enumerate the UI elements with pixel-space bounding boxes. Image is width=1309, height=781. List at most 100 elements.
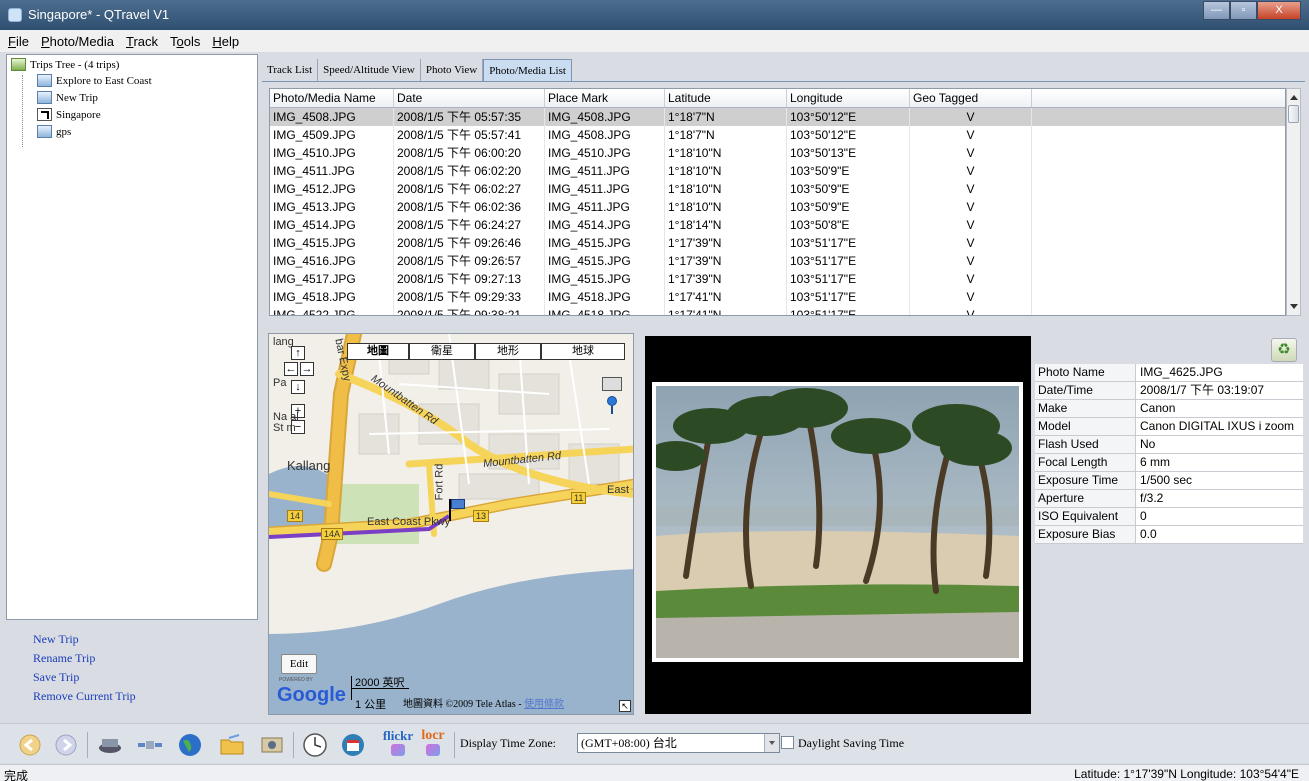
cell-name: IMG_4515.JPG	[270, 234, 394, 252]
tree-root[interactable]: Trips Tree - (4 trips)	[11, 58, 119, 71]
table-header: Photo/Media Name Date Place Mark Latitud…	[270, 89, 1285, 108]
map-type-earth-button[interactable]: 地球	[541, 343, 625, 360]
tree-item-new-trip[interactable]: New Trip	[37, 91, 98, 104]
column-header-latitude[interactable]: Latitude	[665, 89, 787, 107]
exif-row: ISO Equivalent 0	[1035, 508, 1303, 526]
remove-current-trip-link[interactable]: Remove Current Trip	[6, 687, 258, 706]
forward-icon[interactable]	[53, 732, 79, 758]
map-view[interactable]: 地圖 衛星 地形 地球 ↑ ← → ↓ + − lang bar Expy Pa…	[268, 333, 634, 715]
terms-of-use-link[interactable]: 使用條款	[524, 699, 564, 710]
globe-icon[interactable]	[177, 732, 203, 758]
maximize-button[interactable]: ▫	[1230, 1, 1257, 20]
tab-photo-view[interactable]: Photo View	[421, 59, 484, 81]
tab-track-list[interactable]: Track List	[262, 59, 319, 81]
pan-up-icon[interactable]: ↑	[291, 346, 305, 360]
time-zone-select[interactable]: (GMT+08:00) 台北	[577, 733, 780, 753]
save-trip-link[interactable]: Save Trip	[6, 668, 258, 687]
map-label: 11	[571, 492, 587, 504]
flickr-upload-button[interactable]: flickr	[380, 728, 416, 756]
menu-track[interactable]: Track	[126, 34, 158, 49]
map-type-satellite-button[interactable]: 衛星	[409, 343, 475, 360]
locr-upload-button[interactable]: locr	[418, 728, 448, 756]
menu-help[interactable]: Help	[212, 34, 239, 49]
clapperboard-icon[interactable]	[602, 377, 622, 391]
menu-bar: File Photo/Media Track Tools Help	[0, 30, 1309, 52]
menu-file[interactable]: File	[8, 34, 29, 49]
map-label: 14	[287, 510, 304, 522]
google-logo[interactable]: Google	[277, 684, 346, 707]
powered-by-label: POWERED BY	[279, 677, 313, 683]
cell-filler	[1032, 270, 1285, 288]
pan-left-icon[interactable]: ←	[284, 362, 298, 376]
gps-device-icon[interactable]	[97, 732, 123, 758]
tab-photo-media-list[interactable]: Photo/Media List	[483, 59, 572, 81]
photo-media-table[interactable]: Photo/Media Name Date Place Mark Latitud…	[269, 88, 1286, 316]
column-header-place-mark[interactable]: Place Mark	[545, 89, 665, 107]
trips-tree[interactable]: Trips Tree - (4 trips) Explore to East C…	[6, 54, 258, 620]
chevron-down-icon[interactable]	[764, 734, 779, 752]
expand-map-icon[interactable]: ↖	[619, 700, 631, 712]
table-row[interactable]: IMG_4510.JPG 2008/1/5 下午 06:00:20 IMG_4510…	[270, 144, 1285, 162]
tree-item-explore-east-coast[interactable]: Explore to East Coast	[37, 74, 152, 87]
column-header-geo-tagged[interactable]: Geo Tagged	[910, 89, 1032, 107]
tree-item-singapore[interactable]: Singapore	[37, 108, 101, 121]
new-trip-link[interactable]: New Trip	[6, 630, 258, 649]
cell-longitude: 103°51'17"E	[787, 252, 910, 270]
scroll-thumb[interactable]	[1288, 105, 1299, 123]
table-row[interactable]: IMG_4515.JPG 2008/1/5 下午 09:26:46 IMG_4515…	[270, 234, 1285, 252]
exif-key: Model	[1035, 418, 1136, 435]
scroll-down-arrow-icon[interactable]	[1290, 304, 1298, 309]
map-copyright: 地圖資料 ©2009 Tele Atlas - 使用條款	[403, 695, 564, 710]
map-canvas[interactable]	[269, 334, 634, 715]
table-row[interactable]: IMG_4518.JPG 2008/1/5 下午 09:29:33 IMG_4518…	[270, 288, 1285, 306]
satellite-icon[interactable]	[137, 732, 163, 758]
table-row[interactable]: IMG_4509.JPG 2008/1/5 下午 05:57:41 IMG_4508…	[270, 126, 1285, 144]
table-row[interactable]: IMG_4522.JPG 2008/1/5 下午 09:38:21 IMG_4518…	[270, 306, 1285, 315]
pan-down-icon[interactable]: ↓	[291, 380, 305, 394]
close-button[interactable]: X	[1257, 1, 1301, 20]
map-type-terrain-button[interactable]: 地形	[475, 343, 541, 360]
column-header-date[interactable]: Date	[394, 89, 545, 107]
photo-import-icon[interactable]	[259, 732, 285, 758]
table-row[interactable]: IMG_4516.JPG 2008/1/5 下午 09:26:57 IMG_4515…	[270, 252, 1285, 270]
open-folder-icon[interactable]	[219, 732, 245, 758]
rename-trip-link[interactable]: Rename Trip	[6, 649, 258, 668]
cell-longitude: 103°50'9"E	[787, 198, 910, 216]
cell-name: IMG_4516.JPG	[270, 252, 394, 270]
daylight-saving-checkbox[interactable]	[781, 736, 794, 749]
pan-right-icon[interactable]: →	[300, 362, 314, 376]
table-row[interactable]: IMG_4517.JPG 2008/1/5 下午 09:27:13 IMG_4515…	[270, 270, 1285, 288]
scroll-up-arrow-icon[interactable]	[1290, 95, 1298, 100]
cell-filler	[1032, 108, 1285, 126]
placemark-flag-icon[interactable]	[451, 499, 465, 509]
daylight-saving-label: Daylight Saving Time	[798, 736, 905, 750]
calendar-icon[interactable]	[340, 732, 366, 758]
refresh-recycle-icon[interactable]: ♻	[1271, 338, 1297, 362]
clock-icon[interactable]	[302, 732, 328, 758]
tab-speed-altitude-view[interactable]: Speed/Altitude View	[318, 59, 421, 81]
table-row[interactable]: IMG_4511.JPG 2008/1/5 下午 06:02:20 IMG_4511…	[270, 162, 1285, 180]
cell-name: IMG_4522.JPG	[270, 306, 394, 315]
cell-filler	[1032, 306, 1285, 315]
menu-photo-media[interactable]: Photo/Media	[41, 34, 114, 49]
map-pin-icon[interactable]	[607, 396, 617, 406]
map-edit-button[interactable]: Edit	[281, 654, 317, 674]
menu-tools[interactable]: Tools	[170, 34, 200, 49]
minimize-button[interactable]: —	[1203, 1, 1230, 20]
column-header-name[interactable]: Photo/Media Name	[270, 89, 394, 107]
column-header-longitude[interactable]: Longitude	[787, 89, 910, 107]
cell-place-mark: IMG_4518.JPG	[545, 306, 665, 315]
exif-row: Model Canon DIGITAL IXUS i zoom	[1035, 418, 1303, 436]
tree-item-gps[interactable]: gps	[37, 125, 71, 138]
table-row[interactable]: IMG_4512.JPG 2008/1/5 下午 06:02:27 IMG_4511…	[270, 180, 1285, 198]
map-type-map-button[interactable]: 地圖	[347, 343, 409, 360]
photo-preview[interactable]	[652, 382, 1023, 662]
table-vertical-scrollbar[interactable]	[1286, 88, 1301, 316]
table-row[interactable]: IMG_4513.JPG 2008/1/5 下午 06:02:36 IMG_4511…	[270, 198, 1285, 216]
cell-name: IMG_4511.JPG	[270, 162, 394, 180]
table-row[interactable]: IMG_4514.JPG 2008/1/5 下午 06:24:27 IMG_4514…	[270, 216, 1285, 234]
cell-place-mark: IMG_4515.JPG	[545, 252, 665, 270]
table-row[interactable]: IMG_4508.JPG 2008/1/5 下午 05:57:35 IMG_4508…	[270, 108, 1285, 126]
back-icon[interactable]	[17, 732, 43, 758]
cell-longitude: 103°50'12"E	[787, 126, 910, 144]
